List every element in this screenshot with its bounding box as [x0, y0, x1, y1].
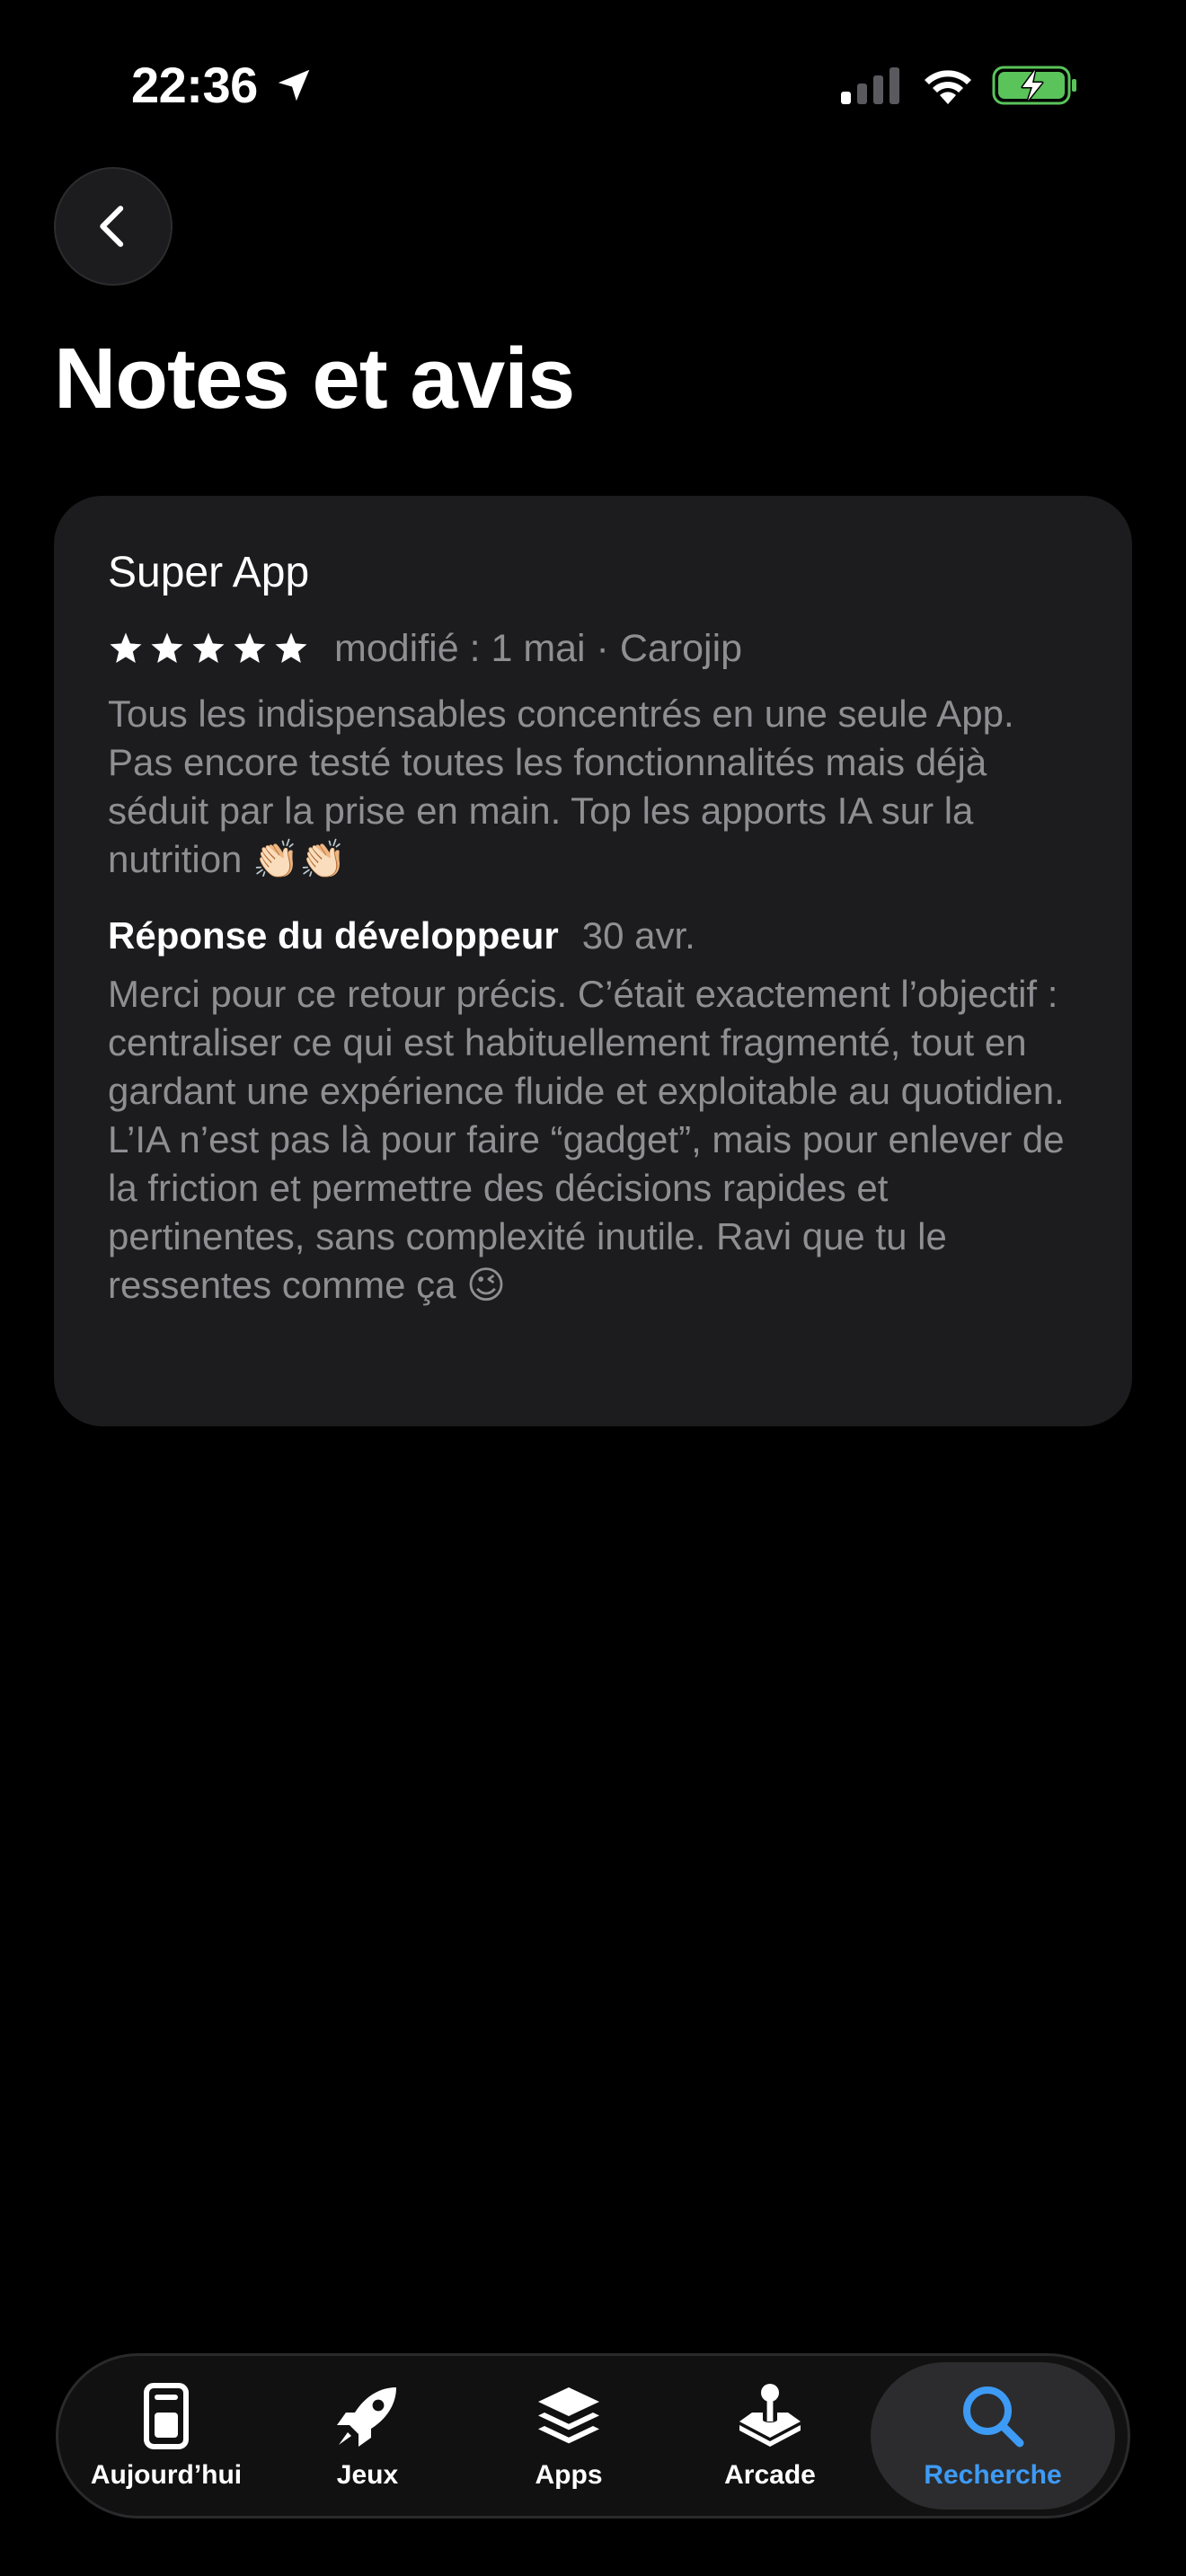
- tab-label: Jeux: [336, 2460, 399, 2490]
- status-bar: 22:36: [0, 0, 1186, 171]
- review-card[interactable]: Super App modifié : 1 mai · Carojip Tous…: [54, 496, 1132, 1426]
- rating-row: modifié : 1 mai · Carojip: [108, 622, 1078, 675]
- review-body: Tous les indispensables concentrés en un…: [108, 693, 1014, 880]
- location-arrow-icon: [278, 69, 310, 101]
- tab-bar: Aujourd’hui Jeux Apps Arcade Recherche: [56, 2353, 1130, 2519]
- star-icon: [275, 632, 307, 663]
- developer-response-date: 30 avr.: [581, 914, 695, 957]
- joystick-icon: [739, 2384, 801, 2447]
- cellular-signal-icon: [841, 67, 899, 104]
- developer-response-body: Merci pour ce retour précis. C’était exa…: [108, 973, 1065, 1306]
- tab-label: Apps: [535, 2460, 603, 2490]
- rocket-icon: [337, 2387, 396, 2447]
- app-store-ratings-page: 22:36 Notes et avis Super App modifié: …: [0, 0, 1186, 2576]
- tab-search[interactable]: Recherche: [871, 2362, 1115, 2510]
- star-icon: [192, 632, 225, 663]
- star-icon: [151, 632, 183, 663]
- layers-icon: [538, 2387, 599, 2444]
- back-button[interactable]: [54, 167, 173, 286]
- tab-label: Aujourd’hui: [90, 2460, 243, 2490]
- developer-response-header: Réponse du développeur 30 avr.: [108, 911, 1078, 961]
- tab-arcade[interactable]: Arcade: [669, 2362, 871, 2510]
- chevron-left-icon: [100, 206, 124, 247]
- tab-label: Arcade: [724, 2460, 816, 2490]
- star-rating: [108, 631, 309, 666]
- star-icon: [110, 632, 142, 663]
- search-icon: [963, 2386, 1024, 2448]
- tab-today[interactable]: Aujourd’hui: [66, 2362, 267, 2510]
- battery-charging-icon: [992, 66, 1076, 105]
- today-icon: [144, 2383, 189, 2449]
- tab-games[interactable]: Jeux: [267, 2362, 468, 2510]
- star-icon: [234, 632, 266, 663]
- tab-label: Recherche: [924, 2460, 1062, 2490]
- page-title: Notes et avis: [54, 331, 575, 427]
- review-title: Super App: [108, 549, 310, 596]
- status-time: 22:36: [131, 57, 258, 113]
- tab-apps[interactable]: Apps: [468, 2362, 669, 2510]
- developer-response-label: Réponse du développeur: [108, 914, 559, 957]
- wifi-icon: [925, 70, 971, 104]
- review-meta: modifié : 1 mai · Carojip: [334, 627, 743, 670]
